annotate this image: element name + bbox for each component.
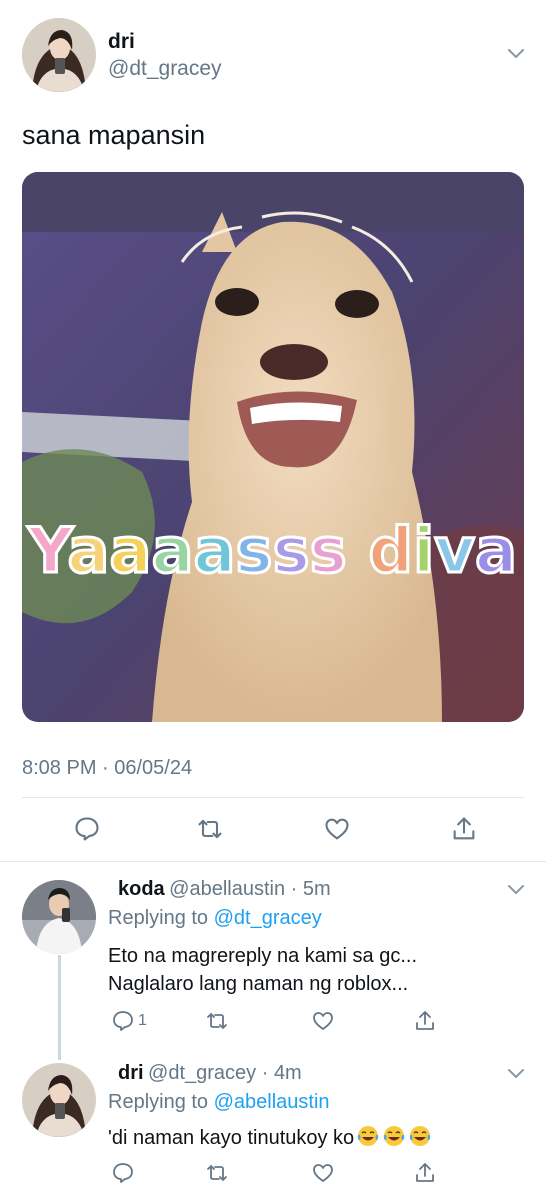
meme-caption-letter: s: [236, 514, 273, 587]
meme-caption-letter: a: [109, 514, 151, 587]
separator-dot: ·: [285, 878, 303, 900]
replying-label: Replying to: [108, 1091, 209, 1113]
meme-caption-letter: s: [273, 514, 310, 587]
meme-caption-letters: Yaaaasss diva: [25, 513, 518, 589]
replying-to-link[interactable]: @abellaustin: [214, 1091, 330, 1113]
meme-caption-letter: v: [434, 514, 475, 587]
like-icon[interactable]: [308, 1158, 338, 1188]
replying-label: Replying to: [108, 907, 209, 929]
retweet-icon[interactable]: [202, 1006, 232, 1036]
author-handle[interactable]: @dt_gracey: [148, 1062, 256, 1084]
reply-text-line-2: Naglalaro lang naman ng roblox...: [108, 973, 409, 995]
meme-caption-letter: [347, 514, 369, 587]
meme-caption-letter: a: [475, 514, 517, 587]
chevron-down-icon[interactable]: [505, 878, 527, 900]
replying-to: Replying to @dt_gracey: [108, 907, 322, 930]
tweet-timestamp: 8:08 PM · 06/05/24: [22, 757, 193, 779]
meme-caption-letter: a: [67, 514, 109, 587]
share-icon[interactable]: [410, 1006, 440, 1036]
reply-text-line-1: Eto na magrereply na kami sa gc...: [108, 945, 418, 967]
meme-caption-letter: a: [193, 514, 235, 587]
retweet-icon[interactable]: [193, 812, 227, 846]
share-icon[interactable]: [447, 812, 481, 846]
author-handle[interactable]: @dt_gracey: [108, 57, 222, 81]
avatar[interactable]: [22, 880, 96, 954]
meme-caption-letter: d: [368, 514, 413, 587]
avatar[interactable]: [22, 1063, 96, 1137]
reply-icon[interactable]: [70, 812, 104, 846]
reply-count: 1: [138, 1012, 147, 1029]
reply-text: 'di naman kayo tinutukoy ko: [108, 1124, 432, 1152]
divider: [22, 797, 524, 798]
meme-caption-letter: a: [151, 514, 193, 587]
author-handle[interactable]: @abellaustin: [169, 878, 285, 900]
reply-time: 4m: [273, 1062, 302, 1084]
meme-caption: Yaaaasss diva: [27, 514, 517, 587]
like-icon[interactable]: [320, 812, 354, 846]
reply-icon[interactable]: [108, 1158, 138, 1188]
reply-text-body: 'di naman kayo tinutukoy ko: [108, 1127, 355, 1149]
retweet-icon[interactable]: [202, 1158, 232, 1188]
replying-to: Replying to @abellaustin: [108, 1091, 330, 1114]
replying-to-link[interactable]: @dt_gracey: [214, 907, 322, 929]
share-icon[interactable]: [410, 1158, 440, 1188]
separator-dot: ·: [256, 1062, 274, 1084]
author-name[interactable]: koda: [118, 878, 165, 900]
author-name[interactable]: dri: [118, 1062, 144, 1084]
avatar[interactable]: [22, 18, 96, 92]
tweet-text: sana mapansin: [22, 120, 206, 150]
divider: [0, 861, 546, 862]
tweet-media-image[interactable]: Yaaaasss diva: [22, 172, 524, 722]
chevron-down-icon[interactable]: [505, 42, 527, 64]
author-name[interactable]: dri: [108, 30, 135, 54]
meme-caption-letter: s: [310, 514, 347, 587]
laughing-tears-emoji-icon: [383, 1126, 405, 1146]
thread-line: [58, 955, 61, 1060]
reply-action[interactable]: 1: [108, 1006, 147, 1036]
laughing-tears-emoji-icon: [357, 1126, 379, 1146]
laughing-tears-emoji-icon: [409, 1126, 431, 1146]
meme-caption-letter: i: [413, 514, 434, 587]
like-icon[interactable]: [308, 1006, 338, 1036]
reply-time: 5m: [302, 878, 331, 900]
reply-icon[interactable]: [108, 1006, 138, 1036]
chevron-down-icon[interactable]: [505, 1062, 527, 1084]
